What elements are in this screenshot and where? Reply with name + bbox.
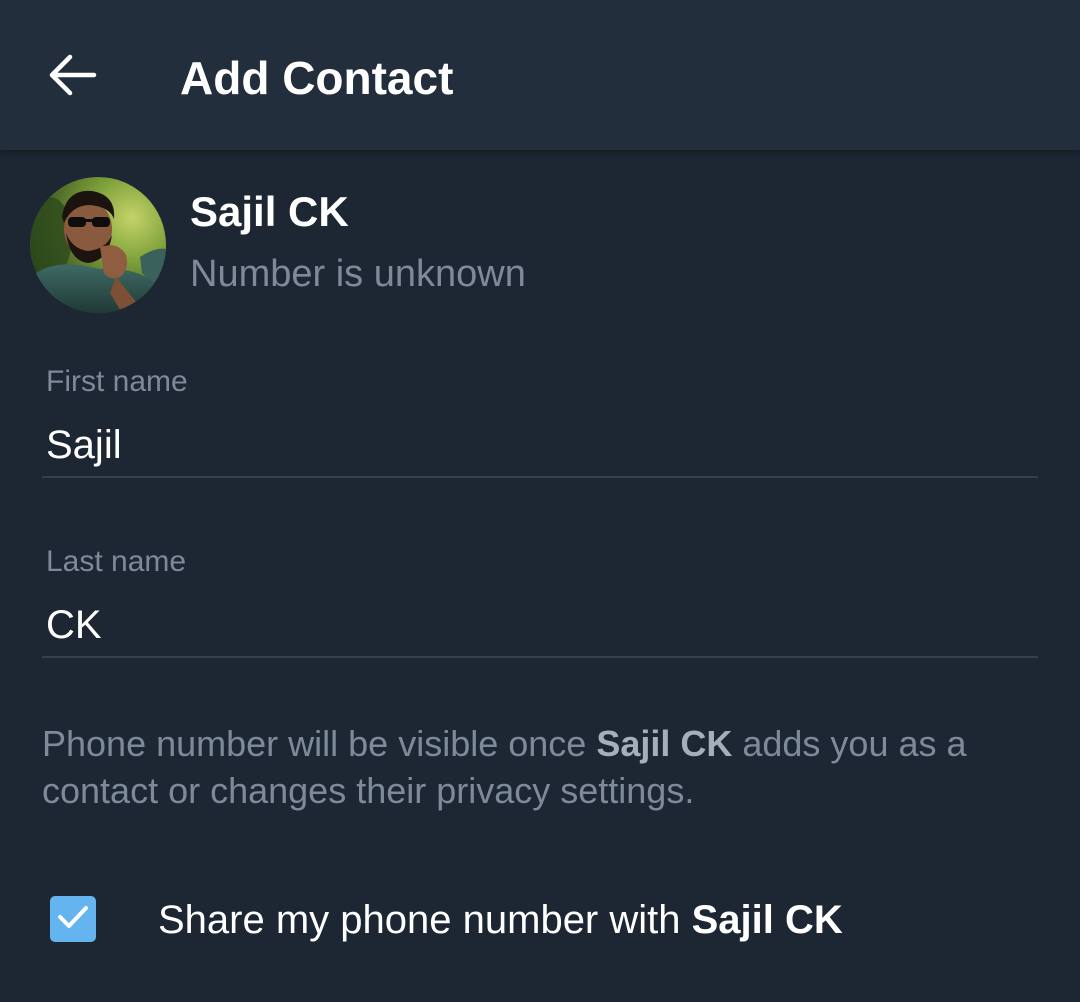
first-name-label: First name [46, 365, 188, 398]
contact-name: Sajil CK [190, 188, 349, 235]
info-text-before: Phone number will be visible once [42, 723, 597, 764]
checkmark-icon [56, 903, 90, 936]
share-contact-name: Sajil CK [691, 898, 843, 942]
back-button[interactable] [36, 40, 110, 114]
arrow-left-icon [48, 53, 98, 102]
last-name-field[interactable] [42, 594, 1038, 658]
share-phone-row[interactable]: Share my phone number with Sajil CK [0, 870, 1080, 970]
share-phone-label: Share my phone number with Sajil CK [158, 896, 843, 944]
last-name-label: Last name [46, 545, 187, 578]
info-contact-name: Sajil CK [596, 723, 733, 764]
page-title: Add Contact [180, 52, 454, 104]
share-label-text: Share my phone number with [158, 898, 692, 942]
privacy-info-text: Phone number will be visible once Sajil … [42, 720, 1042, 814]
contact-status: Number is unknown [190, 253, 526, 295]
app-bar: Add Contact [0, 0, 1080, 150]
share-phone-checkbox[interactable] [50, 896, 96, 942]
avatar[interactable] [30, 177, 166, 313]
first-name-field[interactable] [42, 414, 1038, 478]
